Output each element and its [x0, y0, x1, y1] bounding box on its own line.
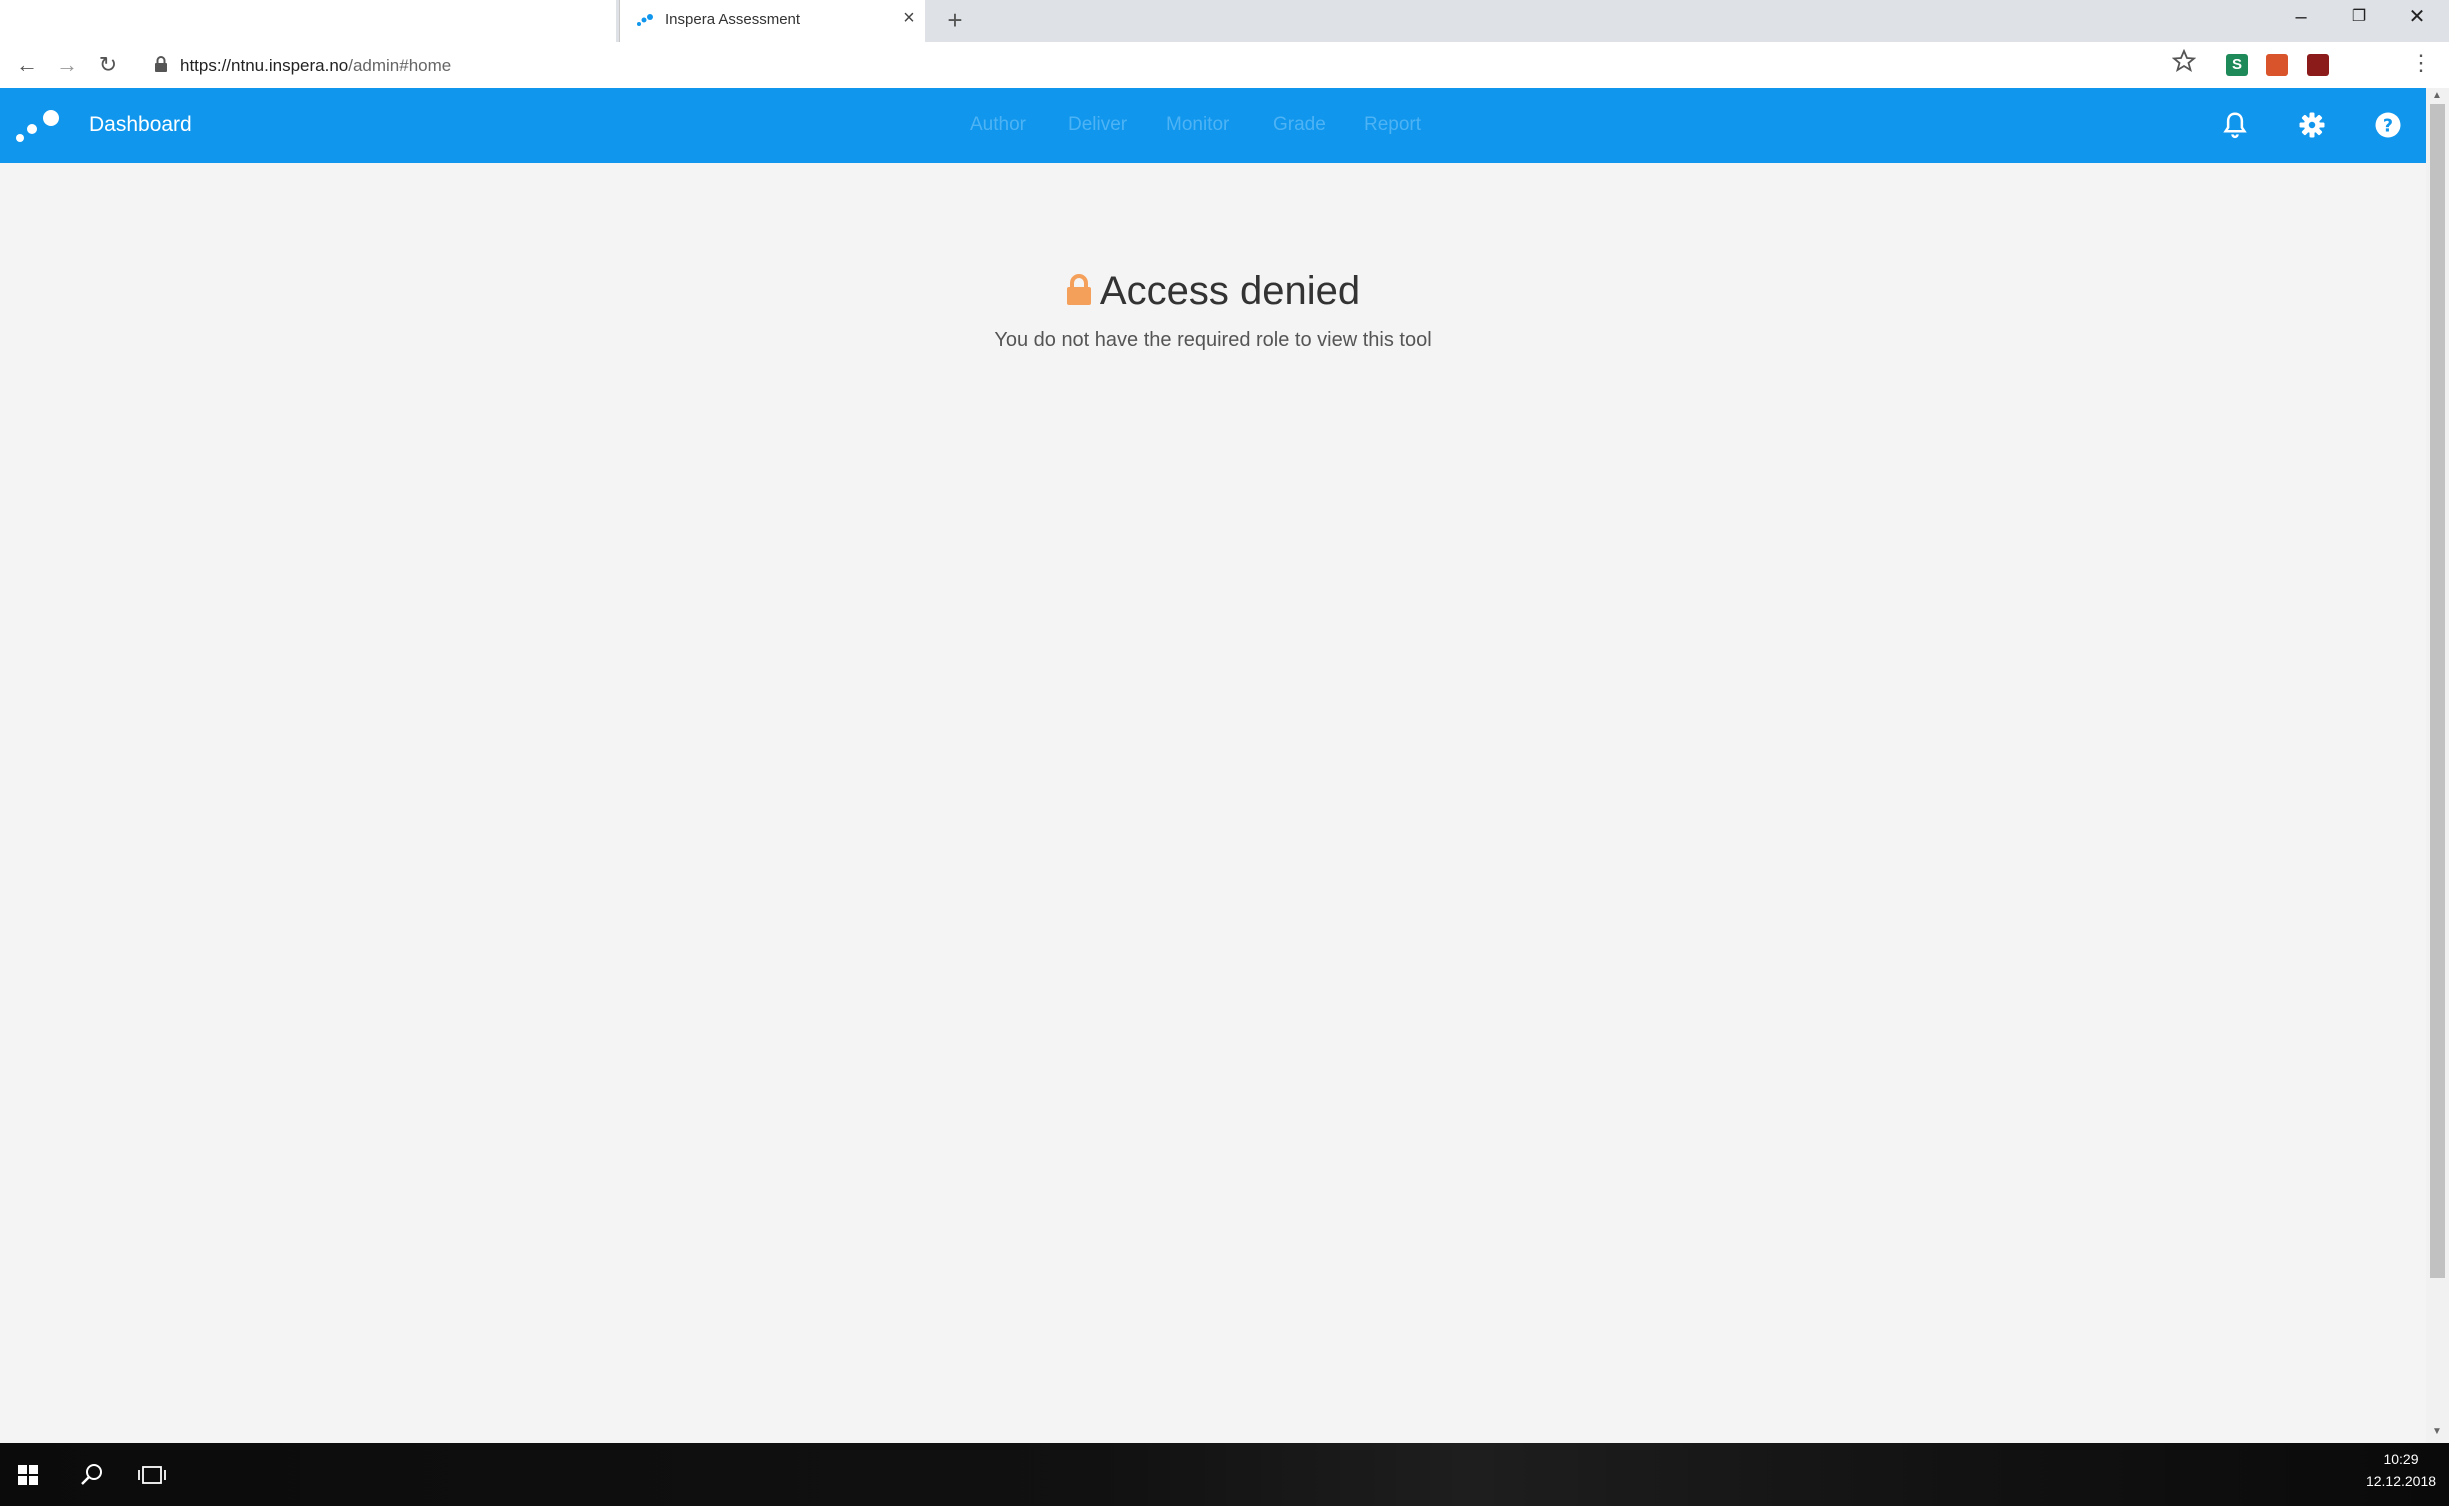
svg-text:?: ?: [2383, 116, 2393, 136]
office-extension-icon[interactable]: [2266, 54, 2288, 76]
task-view-icon[interactable]: [138, 1464, 166, 1486]
browser-menu-icon[interactable]: ⋮: [2410, 50, 2432, 76]
scroll-up-arrow-icon[interactable]: ▲: [2432, 90, 2442, 101]
access-denied-title: Access denied: [1099, 269, 1361, 313]
lock-icon: [1066, 274, 1091, 305]
extension-s-icon[interactable]: S: [2226, 54, 2248, 76]
forward-button[interactable]: →: [52, 50, 82, 80]
close-window-button[interactable]: ✕: [2388, 0, 2446, 36]
back-button[interactable]: ←: [12, 50, 42, 80]
browser-toolbar: ← → ↻ https://ntnu.inspera.no/admin#home…: [0, 42, 2449, 89]
access-denied-message: You do not have the required role to vie…: [994, 329, 1432, 351]
tab-close-icon[interactable]: ×: [898, 7, 920, 30]
lock-icon: [155, 56, 167, 72]
nav-grade[interactable]: Grade: [1273, 114, 1326, 136]
clock-date[interactable]: 12.12.2018: [2356, 1473, 2446, 1489]
url-host: https://ntnu.inspera.no: [180, 56, 349, 75]
tab-strip-blank: [0, 0, 616, 42]
nav-deliver[interactable]: Deliver: [1068, 114, 1127, 136]
star-icon[interactable]: [2172, 49, 2196, 73]
address-bar[interactable]: https://ntnu.inspera.no/admin#home: [146, 48, 2186, 82]
tab-title: Inspera Assessment: [665, 11, 801, 28]
app-header: Dashboard Author Deliver Monitor Grade R…: [0, 88, 2426, 163]
windows-taskbar: 10:29 12.12.2018: [0, 1443, 2449, 1506]
gear-icon[interactable]: [2297, 110, 2327, 140]
restore-button[interactable]: ❐: [2330, 0, 2388, 36]
inspera-favicon-icon: [637, 14, 653, 26]
nav-monitor[interactable]: Monitor: [1166, 114, 1229, 136]
clock-time[interactable]: 10:29: [2366, 1451, 2436, 1467]
new-tab-button[interactable]: +: [940, 5, 970, 36]
browser-tab[interactable]: Inspera Assessment ×: [619, 0, 925, 42]
dashboard-link[interactable]: Dashboard: [89, 113, 192, 137]
inspera-logo-icon[interactable]: [14, 108, 62, 144]
search-icon[interactable]: [80, 1463, 104, 1487]
help-icon[interactable]: ?: [2373, 110, 2403, 140]
scrollbar-thumb[interactable]: [2430, 104, 2445, 1278]
page-scrollbar[interactable]: ▲ ▼: [2426, 88, 2449, 1443]
url-path: /admin#home: [348, 56, 452, 75]
scroll-down-arrow-icon[interactable]: ▼: [2432, 1426, 2442, 1437]
access-denied-heading: Access denied: [0, 269, 2426, 314]
acrobat-extension-icon[interactable]: [2307, 54, 2329, 76]
tab-strip: Inspera Assessment × + – ❐ ✕: [0, 0, 2449, 42]
bell-icon[interactable]: [2220, 110, 2250, 140]
minimize-button[interactable]: –: [2272, 0, 2330, 36]
nav-author[interactable]: Author: [970, 114, 1026, 136]
windows-start-icon[interactable]: [18, 1465, 38, 1485]
reload-button[interactable]: ↻: [93, 50, 123, 80]
url-text: https://ntnu.inspera.no/admin#home: [180, 56, 451, 76]
nav-report[interactable]: Report: [1364, 114, 1421, 136]
main-content: Access denied You do not have the requir…: [0, 163, 2426, 1443]
